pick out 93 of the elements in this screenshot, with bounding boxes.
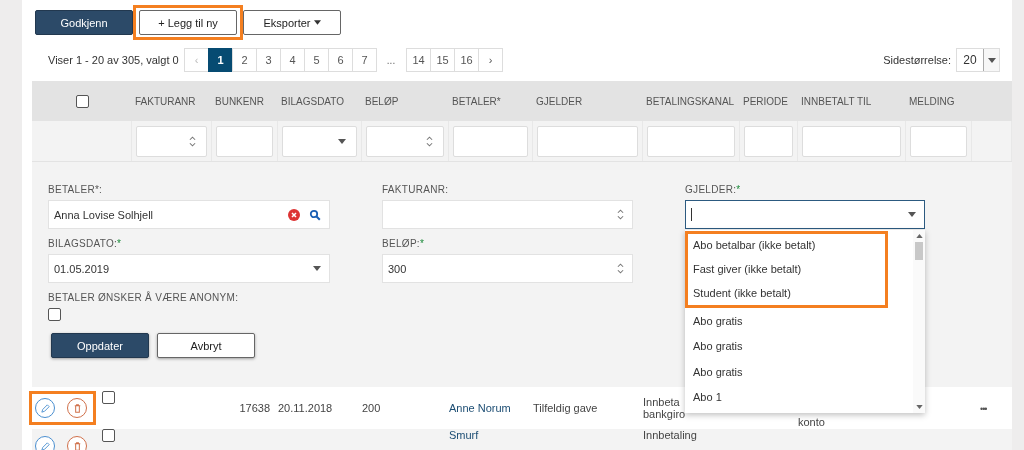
filter-field[interactable] bbox=[216, 125, 273, 157]
dropdown-option[interactable]: Abo 1 bbox=[685, 384, 913, 411]
field-label: BELØP:* bbox=[382, 238, 425, 249]
results-summary: Viser 1 - 20 av 305, valgt 0 bbox=[48, 54, 180, 66]
date-select[interactable]: 01.05.2019 bbox=[48, 254, 330, 283]
pencil-icon bbox=[39, 402, 51, 414]
caret-icon bbox=[987, 57, 996, 63]
spinner-icon bbox=[617, 209, 624, 220]
caret-icon bbox=[313, 266, 321, 271]
column-header[interactable]: BETALINGSKANAL bbox=[646, 95, 735, 107]
column-header[interactable]: PERIODE bbox=[743, 95, 788, 107]
toolbar-button[interactable]: Godkjenn bbox=[35, 10, 133, 35]
column-header[interactable]: BILAGSDATO bbox=[281, 95, 344, 107]
column-header[interactable]: INNBETALT TIL bbox=[801, 95, 872, 107]
caret-icon bbox=[338, 138, 346, 144]
toolbar-button[interactable]: Eksporter bbox=[243, 10, 341, 35]
scroll-down-icon[interactable] bbox=[915, 405, 923, 409]
edit-button[interactable] bbox=[35, 398, 55, 418]
page-button[interactable]: 14 bbox=[406, 48, 431, 72]
column-header[interactable]: FAKTURANR bbox=[135, 95, 196, 107]
column-header[interactable]: MELDING bbox=[909, 95, 955, 107]
page-button[interactable]: 7 bbox=[352, 48, 377, 72]
spinner-icon bbox=[189, 135, 196, 147]
page-button[interactable]: 1 bbox=[208, 48, 233, 72]
caret-icon bbox=[313, 20, 321, 25]
payer-link[interactable]: Anne Norum bbox=[449, 402, 511, 414]
column-header[interactable]: BELØP bbox=[365, 95, 399, 107]
edit-button[interactable] bbox=[35, 436, 55, 450]
clear-icon[interactable] bbox=[288, 208, 300, 221]
payer-field[interactable]: Anna Lovise Solhjell bbox=[48, 200, 330, 229]
field-label: BETALER*: bbox=[48, 184, 103, 195]
field-label: FAKTURANR: bbox=[382, 184, 449, 195]
caret-icon bbox=[908, 212, 916, 217]
invoice-number-field[interactable] bbox=[382, 200, 633, 229]
table-cell: 17638 bbox=[239, 402, 270, 414]
field-label: BETALER ØNSKER Å VÆRE ANONYM: bbox=[48, 292, 239, 303]
anonymous-checkbox[interactable] bbox=[48, 308, 61, 321]
page-button[interactable]: 4 bbox=[280, 48, 305, 72]
dropdown-option[interactable]: Abo betalbar (ikke betalt) bbox=[685, 231, 888, 257]
page-size-select[interactable]: 20 bbox=[956, 48, 1000, 72]
delete-button[interactable] bbox=[67, 436, 87, 450]
dropdown-option[interactable]: Fast giver (ikke betalt) bbox=[685, 256, 888, 283]
page-button[interactable]: 16 bbox=[454, 48, 479, 72]
next-page-button[interactable]: › bbox=[478, 48, 503, 72]
form-button[interactable]: Avbryt bbox=[157, 333, 255, 358]
filter-field[interactable] bbox=[910, 125, 967, 157]
amount-field[interactable]: 300 bbox=[382, 254, 633, 283]
page-ellipsis: ... bbox=[385, 54, 397, 66]
filter-field[interactable] bbox=[744, 125, 793, 157]
table-cell: bankgiro bbox=[643, 408, 686, 420]
table-cell: Tilfeldig gave bbox=[533, 402, 598, 414]
dropdown-option[interactable]: Abo gratis bbox=[685, 307, 913, 334]
filter-field[interactable] bbox=[647, 125, 735, 157]
dropdown-option[interactable]: Abo gratis bbox=[685, 333, 913, 359]
payer-link[interactable]: Smurf bbox=[449, 429, 479, 441]
more-button[interactable]: ••• bbox=[980, 404, 987, 414]
scroll-up-icon[interactable] bbox=[915, 234, 923, 238]
applies-to-select[interactable] bbox=[685, 200, 925, 229]
table-cell: konto bbox=[798, 416, 825, 428]
page-button[interactable]: 5 bbox=[304, 48, 329, 72]
column-header[interactable]: BUNKENR bbox=[215, 95, 264, 107]
number-filter-field[interactable] bbox=[136, 125, 207, 157]
table-cell: 20.11.2018 bbox=[278, 402, 333, 414]
filter-field[interactable] bbox=[453, 125, 528, 157]
spinner-icon bbox=[617, 263, 624, 274]
search-icon[interactable] bbox=[309, 208, 321, 221]
row-checkbox[interactable] bbox=[102, 391, 115, 404]
table-cell: Innbeta bbox=[643, 396, 680, 408]
scrollbar-thumb[interactable] bbox=[915, 242, 923, 260]
form-button[interactable]: Oppdater bbox=[51, 333, 149, 358]
delete-button[interactable] bbox=[67, 398, 87, 418]
field-label: GJELDER:* bbox=[685, 184, 741, 195]
filter-field[interactable] bbox=[802, 125, 901, 157]
page-button[interactable]: 3 bbox=[256, 48, 281, 72]
scrollbar[interactable] bbox=[913, 230, 925, 413]
spinner-icon bbox=[426, 135, 433, 147]
page-button[interactable]: 6 bbox=[328, 48, 353, 72]
dropdown-option[interactable]: Abo gratis bbox=[685, 358, 913, 385]
page-button[interactable]: 15 bbox=[430, 48, 455, 72]
table-cell: 200 bbox=[362, 402, 381, 414]
row-checkbox[interactable] bbox=[102, 429, 115, 442]
table-cell: Innbetaling bbox=[643, 429, 697, 441]
toolbar-button[interactable]: + Legg til ny bbox=[139, 10, 237, 35]
pencil-icon bbox=[39, 440, 51, 450]
select-all-checkbox[interactable] bbox=[75, 94, 89, 108]
page-button[interactable]: 2 bbox=[232, 48, 257, 72]
field-label: BILAGSDATO:* bbox=[48, 238, 122, 249]
column-header[interactable]: BETALER* bbox=[452, 95, 501, 107]
filter-field[interactable] bbox=[537, 125, 638, 157]
number-filter-field[interactable] bbox=[366, 125, 444, 157]
dropdown-option[interactable]: Student (ikke betalt) bbox=[685, 282, 888, 308]
page-size-label: Sidestørrelse: bbox=[883, 54, 951, 66]
column-header[interactable]: GJELDER bbox=[536, 95, 583, 107]
